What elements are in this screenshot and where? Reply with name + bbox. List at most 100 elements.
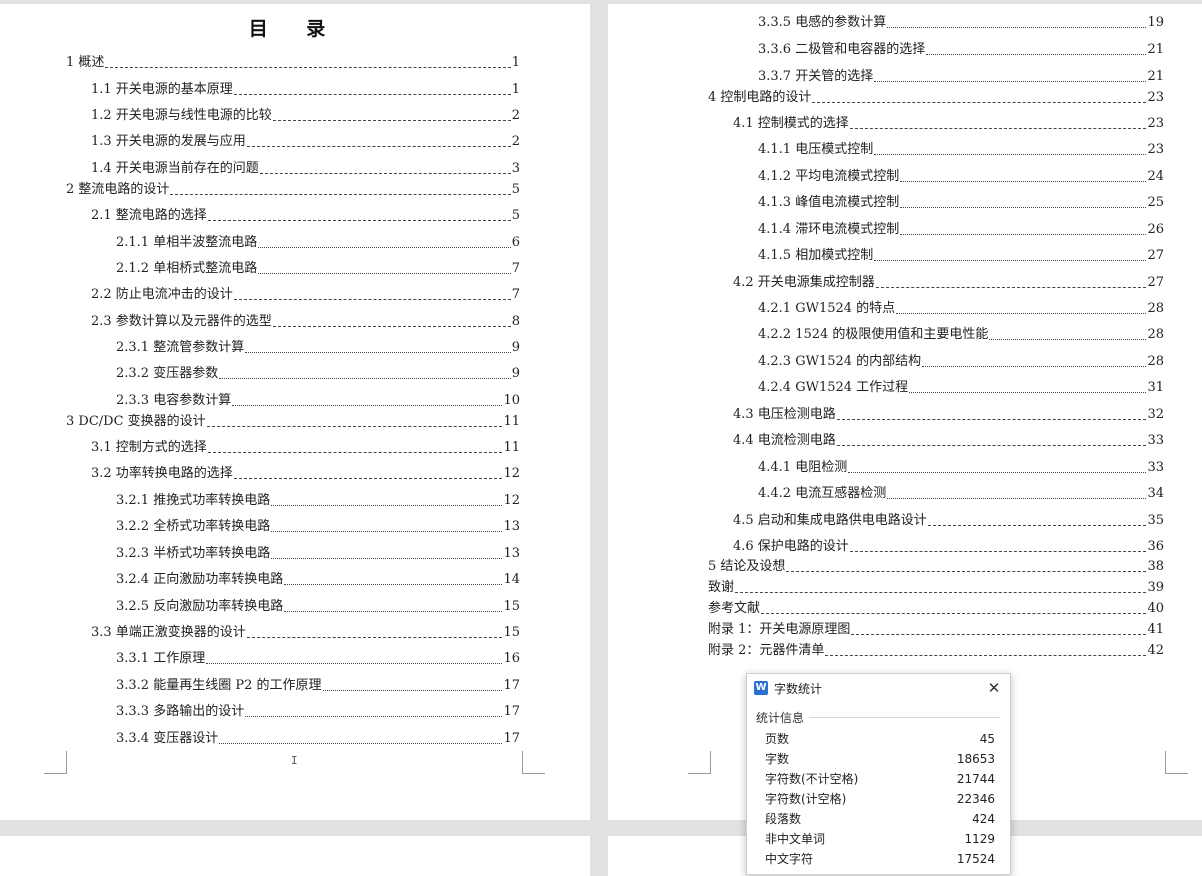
toc-entry-page: 12	[503, 493, 520, 508]
toc-entry[interactable]: 4.2.3 GW1524 的内部结构 28	[758, 354, 1164, 370]
toc-entry[interactable]: 3.3 单端正激变换器的设计 15	[91, 625, 520, 641]
toc-entry[interactable]: 4.1.1 电压模式控制 23	[758, 142, 1164, 158]
toc-entry[interactable]: 参考文献 40	[708, 601, 1164, 617]
toc-entry[interactable]: 4.1.4 滞环电流模式控制 26	[758, 222, 1164, 238]
toc-entry-label: 3.2.1 推挽式功率转换电路	[116, 493, 271, 508]
toc-entry-label: 3.2.5 反向激励功率转换电路	[116, 599, 284, 614]
page-corner-mark	[522, 751, 545, 774]
toc-entry-label: 4.1.1 电压模式控制	[758, 142, 874, 157]
toc-entry-label: 3.3.5 电感的参数计算	[758, 15, 887, 30]
toc-leader-dots	[219, 742, 503, 744]
toc-leader-dots	[271, 504, 503, 506]
toc-entry[interactable]: 3.2 功率转换电路的选择 12	[91, 466, 520, 482]
toc-leader-dots	[836, 418, 1147, 420]
dialog-title-bar[interactable]: W 字数统计 ✕	[747, 674, 1010, 702]
toc-leader-dots	[271, 557, 503, 559]
toc-entry[interactable]: 3.3.5 电感的参数计算 19	[758, 15, 1164, 31]
toc-entry[interactable]: 3.3.3 多路输出的设计 17	[116, 704, 520, 720]
toc-entry[interactable]: 4.1 控制模式的选择 23	[733, 116, 1164, 132]
toc-entry-label: 1.1 开关电源的基本原理	[91, 82, 233, 97]
toc-entry[interactable]: 4.2.4 GW1524 工作过程 31	[758, 380, 1164, 396]
toc-entry-page: 17	[503, 678, 520, 693]
toc-entry-label: 4.1.5 相加模式控制	[758, 248, 874, 263]
toc-entry[interactable]: 4.4.1 电阻检测 33	[758, 460, 1164, 476]
toc-entry-label: 4.1.4 滞环电流模式控制	[758, 222, 900, 237]
toc-entry[interactable]: 4.5 启动和集成电路供电电路设计 35	[733, 513, 1164, 529]
toc-entry[interactable]: 1 概述 1	[66, 55, 520, 71]
toc-entry[interactable]: 4.4.2 电流互感器检测 34	[758, 486, 1164, 502]
toc-entry[interactable]: 4.4 电流检测电路 33	[733, 433, 1164, 449]
toc-entry[interactable]: 3.1 控制方式的选择 11	[91, 440, 520, 456]
toc-entry-page: 2	[511, 108, 520, 123]
toc-leader-dots	[851, 633, 1147, 635]
toc-entry[interactable]: 2.3.2 变压器参数 9	[116, 366, 520, 382]
stat-value: 18653	[956, 752, 995, 766]
toc-leader-dots	[284, 610, 503, 612]
toc-entry[interactable]: 2.2 防止电流冲击的设计 7	[91, 287, 520, 303]
stat-label: 页数	[765, 732, 790, 746]
toc-entry-page: 15	[503, 625, 520, 640]
toc-entry-label: 3.2.4 正向激励功率转换电路	[116, 572, 284, 587]
toc-entry-label: 4.2 开关电源集成控制器	[733, 275, 875, 290]
toc-entry[interactable]: 3.2.2 全桥式功率转换电路 13	[116, 519, 520, 535]
toc-entry[interactable]: 3 DC/DC 变换器的设计 11	[66, 414, 520, 430]
document-page-next-left[interactable]	[0, 836, 590, 876]
toc-leader-dots	[322, 689, 503, 691]
toc-entry[interactable]: 4.1.3 峰值电流模式控制 25	[758, 195, 1164, 211]
toc-leader-dots	[875, 286, 1147, 288]
toc-leader-dots	[922, 365, 1147, 367]
toc-entry[interactable]: 3.3.2 能量再生线圈 P2 的工作原理 17	[116, 678, 520, 694]
toc-entry[interactable]: 1.2 开关电源与线性电源的比较 2	[91, 108, 520, 124]
toc-entry[interactable]: 3.2.1 推挽式功率转换电路 12	[116, 493, 520, 509]
toc-entry[interactable]: 2.1.2 单相桥式整流电路 7	[116, 261, 520, 277]
toc-leader-dots	[233, 298, 511, 300]
toc-entry[interactable]: 2 整流电路的设计 5	[66, 182, 520, 198]
toc-entry[interactable]: 附录 1：开关电源原理图 41	[708, 622, 1164, 638]
toc-entry[interactable]: 3.3.4 变压器设计 17	[116, 731, 520, 747]
toc-entry[interactable]: 3.3.7 开关管的选择 21	[758, 69, 1164, 85]
toc-entry-page: 11	[503, 440, 520, 455]
toc-entry[interactable]: 1.3 开关电源的发展与应用 2	[91, 134, 520, 150]
close-icon[interactable]: ✕	[984, 678, 1004, 698]
toc-entry[interactable]: 2.3.3 电容参数计算 10	[116, 393, 520, 409]
toc-entry[interactable]: 3.2.4 正向激励功率转换电路 14	[116, 572, 520, 588]
toc-entry[interactable]: 5 结论及设想 38	[708, 559, 1164, 575]
toc-entry-label: 3.3.6 二极管和电容器的选择	[758, 42, 926, 57]
toc-leader-dots	[849, 127, 1147, 129]
toc-entry[interactable]: 附录 2：元器件清单 42	[708, 643, 1164, 659]
toc-entry[interactable]: 4.3 电压检测电路 32	[733, 407, 1164, 423]
toc-entry[interactable]: 3.2.3 半桥式功率转换电路 13	[116, 546, 520, 562]
toc-entry[interactable]: 4 控制电路的设计 23	[708, 90, 1164, 106]
document-page-left[interactable]: 目 录 1 概述 1 1.1 开关电源的基本原理 1 1.2 开关电源与线性电源的比较 2…	[0, 4, 590, 820]
stat-row: 非中文单词 1129	[765, 829, 995, 849]
toc-leader-dots	[849, 550, 1147, 552]
toc-entry-label: 4.2.1 GW1524 的特点	[758, 301, 896, 316]
toc-entry[interactable]: 4.2.1 GW1524 的特点 28	[758, 301, 1164, 317]
toc-entry[interactable]: 3.3.1 工作原理 16	[116, 651, 520, 667]
toc-entry[interactable]: 致谢 39	[708, 580, 1164, 596]
toc-entry[interactable]: 4.1.2 平均电流模式控制 24	[758, 169, 1164, 185]
toc-entry[interactable]: 1.4 开关电源当前存在的问题 3	[91, 161, 520, 177]
toc-entry[interactable]: 3.2.5 反向激励功率转换电路 15	[116, 599, 520, 615]
toc-entry[interactable]: 2.1.1 单相半波整流电路 6	[116, 235, 520, 251]
toc-entry-label: 附录 2：元器件清单	[708, 643, 825, 658]
toc-entry[interactable]: 2.1 整流电路的选择 5	[91, 208, 520, 224]
toc-entry[interactable]: 4.2.2 1524 的极限使用值和主要电性能 28	[758, 327, 1164, 343]
toc-entry[interactable]: 4.2 开关电源集成控制器 27	[733, 275, 1164, 291]
toc-entry[interactable]: 4.1.5 相加模式控制 27	[758, 248, 1164, 264]
toc-entry[interactable]: 2.3 参数计算以及元器件的选型 8	[91, 314, 520, 330]
toc-entry-page: 27	[1147, 248, 1164, 263]
toc-entry[interactable]: 2.3.1 整流管参数计算 9	[116, 340, 520, 356]
toc-entry-page: 36	[1147, 539, 1164, 554]
toc-entry[interactable]: 1.1 开关电源的基本原理 1	[91, 82, 520, 98]
toc-leader-dots	[207, 451, 503, 453]
toc-leader-dots	[887, 26, 1147, 28]
toc-entry-page: 26	[1147, 222, 1164, 237]
stat-row: 字数 18653	[765, 749, 995, 769]
toc-entry-label: 3.2 功率转换电路的选择	[91, 466, 233, 481]
toc-entry[interactable]: 4.6 保护电路的设计 36	[733, 539, 1164, 555]
toc-entry[interactable]: 3.3.6 二极管和电容器的选择 21	[758, 42, 1164, 58]
toc-entry-page: 13	[503, 546, 520, 561]
toc-entry-label: 4.4 电流检测电路	[733, 433, 836, 448]
toc-entry-label: 1.4 开关电源当前存在的问题	[91, 161, 259, 176]
